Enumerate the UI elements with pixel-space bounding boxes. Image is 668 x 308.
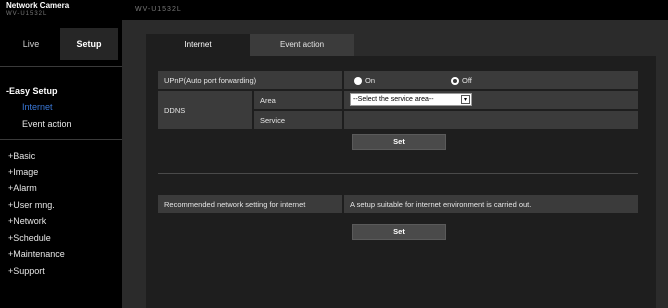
ddns-label: DDNS bbox=[158, 91, 252, 129]
set-button[interactable]: Set bbox=[352, 134, 446, 150]
sidebar-item-user-mng[interactable]: +User mng. bbox=[8, 200, 55, 210]
camera-name: WV-U1532L bbox=[135, 6, 182, 13]
section-divider bbox=[158, 173, 638, 174]
setup-button[interactable]: Setup bbox=[60, 28, 118, 60]
ddns-area-select[interactable]: --Select the service area-- ▾ bbox=[350, 93, 472, 106]
ddns-area-value: --Select the service area-- bbox=[353, 96, 434, 103]
ddns-area-label: Area bbox=[254, 91, 342, 109]
chevron-down-icon: ▾ bbox=[461, 95, 470, 104]
radio-unselected-icon bbox=[451, 76, 459, 85]
tab-internet[interactable]: Internet bbox=[146, 34, 250, 56]
sidebar-item-support[interactable]: +Support bbox=[8, 266, 45, 276]
recommended-description: A setup suitable for internet environmen… bbox=[344, 195, 638, 213]
sidebar-divider bbox=[0, 66, 122, 67]
upnp-off-label: Off bbox=[462, 76, 472, 85]
sidebar-item-event-action[interactable]: Event action bbox=[22, 119, 72, 129]
sidebar-item-schedule[interactable]: +Schedule bbox=[8, 233, 51, 243]
upnp-on-label: On bbox=[365, 76, 376, 85]
upnp-label: UPnP(Auto port forwarding) bbox=[158, 71, 342, 89]
upnp-options bbox=[344, 71, 638, 89]
top-bar: Network Camera WV-U1532L WV-U1532L bbox=[0, 0, 668, 20]
main-content: Internet Event action UPnP(Auto port for… bbox=[122, 20, 668, 308]
sidebar: Live Setup -Easy Setup Internet Event ac… bbox=[0, 20, 122, 308]
sidebar-item-basic[interactable]: +Basic bbox=[8, 151, 35, 161]
sidebar-divider bbox=[0, 139, 122, 140]
ddns-service-value bbox=[344, 111, 638, 129]
sidebar-item-network[interactable]: +Network bbox=[8, 216, 46, 226]
sidebar-item-easy-setup[interactable]: -Easy Setup bbox=[6, 86, 58, 96]
recommended-set-button[interactable]: Set bbox=[352, 224, 446, 240]
sidebar-item-image[interactable]: +Image bbox=[8, 167, 38, 177]
upnp-off-radio[interactable]: Off bbox=[451, 76, 472, 85]
sidebar-item-alarm[interactable]: +Alarm bbox=[8, 183, 37, 193]
recommended-label: Recommended network setting for internet bbox=[158, 195, 342, 213]
settings-panel: UPnP(Auto port forwarding) On Off DDNS A… bbox=[146, 56, 656, 308]
ddns-service-label: Service bbox=[254, 111, 342, 129]
brand-title: Network Camera bbox=[6, 1, 70, 10]
sidebar-item-maintenance[interactable]: +Maintenance bbox=[8, 249, 65, 259]
brand-model: WV-U1532L bbox=[6, 11, 48, 17]
sidebar-item-internet[interactable]: Internet bbox=[22, 102, 53, 112]
tab-event-action[interactable]: Event action bbox=[250, 34, 354, 56]
radio-selected-icon bbox=[354, 76, 362, 85]
upnp-on-radio[interactable]: On bbox=[354, 76, 375, 85]
live-button[interactable]: Live bbox=[4, 28, 58, 60]
